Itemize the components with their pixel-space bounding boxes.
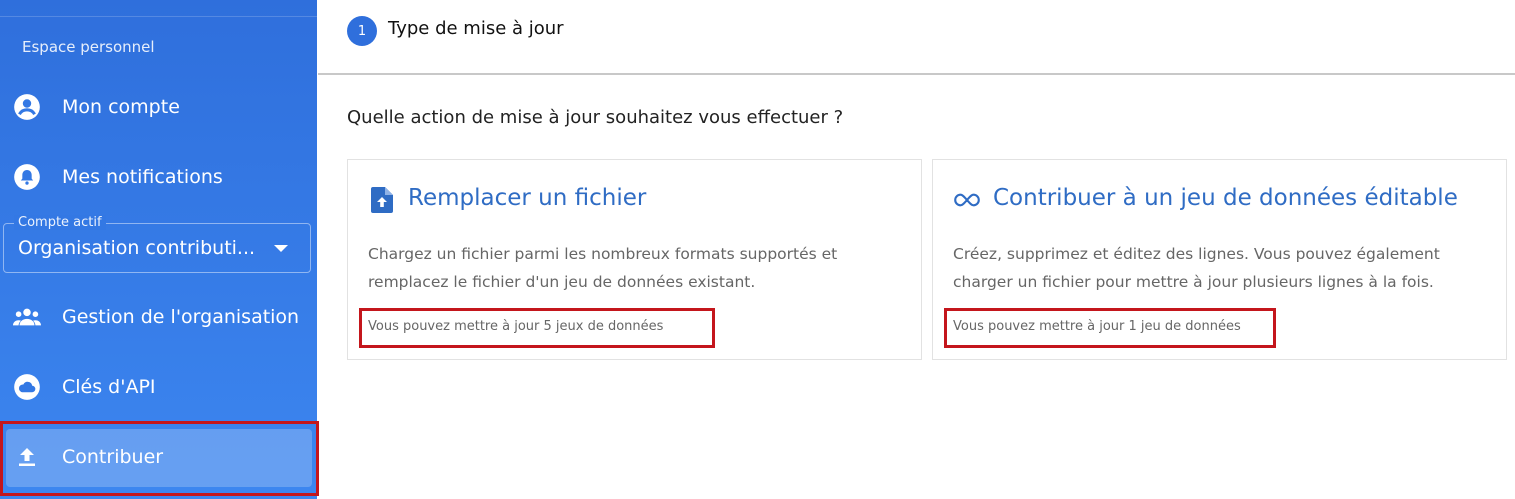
sidebar-item-cles-api[interactable]: Clés d'API	[0, 357, 317, 417]
active-account-value: Organisation contributi...	[18, 237, 256, 259]
sidebar-item-gestion-organisation[interactable]: Gestion de l'organisation	[0, 287, 317, 347]
sidebar-item-label: Mes notifications	[62, 166, 223, 188]
sidebar: Espace personnel Mon compte Mes notifica…	[0, 0, 319, 499]
sidebar-divider	[0, 16, 317, 17]
chevron-down-icon	[274, 245, 288, 252]
bell-icon	[13, 163, 41, 191]
sidebar-item-mon-compte[interactable]: Mon compte	[0, 77, 317, 137]
infinity-icon	[954, 187, 980, 213]
stepper-header: 1 Type de mise à jour	[318, 0, 1515, 75]
card-quota-text: Vous pouvez mettre à jour 1 jeu de donné…	[953, 319, 1241, 334]
replace-file-card[interactable]: Remplacer un fichier Chargez un fichier …	[347, 159, 922, 360]
sidebar-item-mes-notifications[interactable]: Mes notifications	[0, 147, 317, 207]
account-circle-icon	[13, 93, 41, 121]
cloud-icon	[13, 373, 41, 401]
active-account-legend: Compte actif	[14, 215, 106, 230]
step-title: Type de mise à jour	[388, 18, 564, 39]
sidebar-item-contribuer[interactable]: Contribuer	[0, 427, 317, 487]
card-description: Chargez un fichier parmi les nombreux fo…	[368, 245, 838, 291]
card-description: Créez, supprimez et éditez des lignes. V…	[953, 245, 1440, 291]
step-number-badge: 1	[347, 16, 377, 46]
file-upload-icon	[369, 187, 395, 213]
sidebar-item-label: Gestion de l'organisation	[62, 306, 300, 328]
card-quota-text: Vous pouvez mettre à jour 5 jeux de donn…	[368, 319, 664, 334]
sidebar-item-label: Mon compte	[62, 96, 180, 118]
sidebar-item-label: Clés d'API	[62, 376, 156, 398]
upload-icon	[13, 443, 41, 471]
section-label: Espace personnel	[22, 38, 155, 56]
page-question: Quelle action de mise à jour souhaitez v…	[347, 107, 844, 128]
card-title: Contribuer à un jeu de données éditable	[993, 185, 1458, 211]
group-icon	[13, 303, 41, 331]
active-account-select[interactable]: Compte actif Organisation contributi...	[3, 215, 311, 273]
sidebar-item-label: Contribuer	[62, 446, 164, 468]
card-title: Remplacer un fichier	[408, 185, 647, 211]
editable-dataset-card[interactable]: Contribuer à un jeu de données éditable …	[932, 159, 1507, 360]
